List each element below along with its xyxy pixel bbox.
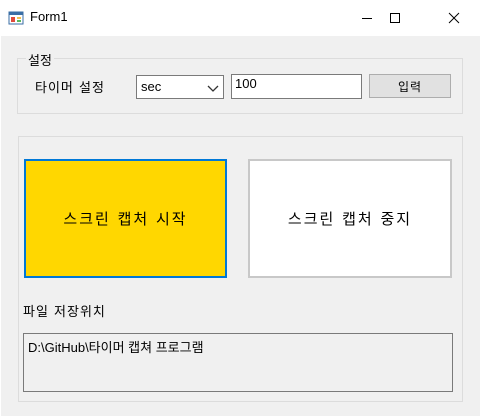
close-icon [448, 12, 460, 24]
save-path-label: 파일 저장위치 [23, 305, 106, 320]
app-icon [8, 10, 24, 26]
form-client-area: 설정 타이머 설정 sec 100 입력 스크린 캡처 시작 스크린 캡처 중지… [1, 36, 480, 416]
stop-capture-button[interactable]: 스크린 캡처 중지 [248, 159, 452, 278]
apply-button[interactable]: 입력 [369, 74, 451, 98]
maximize-button[interactable] [372, 0, 418, 36]
start-capture-button[interactable]: 스크린 캡처 시작 [24, 159, 227, 278]
time-unit-select[interactable]: sec [136, 75, 224, 99]
time-unit-value: sec [141, 79, 162, 94]
close-button[interactable] [431, 0, 477, 36]
maximize-icon [389, 12, 401, 24]
title-bar[interactable]: Form1 [0, 0, 481, 36]
interval-input[interactable]: 100 [231, 74, 362, 99]
chevron-down-icon [207, 82, 219, 97]
timer-setting-label: 타이머 설정 [35, 81, 105, 96]
window-title: Form1 [30, 9, 68, 24]
save-path-field[interactable]: D:\GitHub\타이머 캡쳐 프로그램 [23, 333, 453, 392]
settings-group-label: 설정 [26, 50, 54, 69]
